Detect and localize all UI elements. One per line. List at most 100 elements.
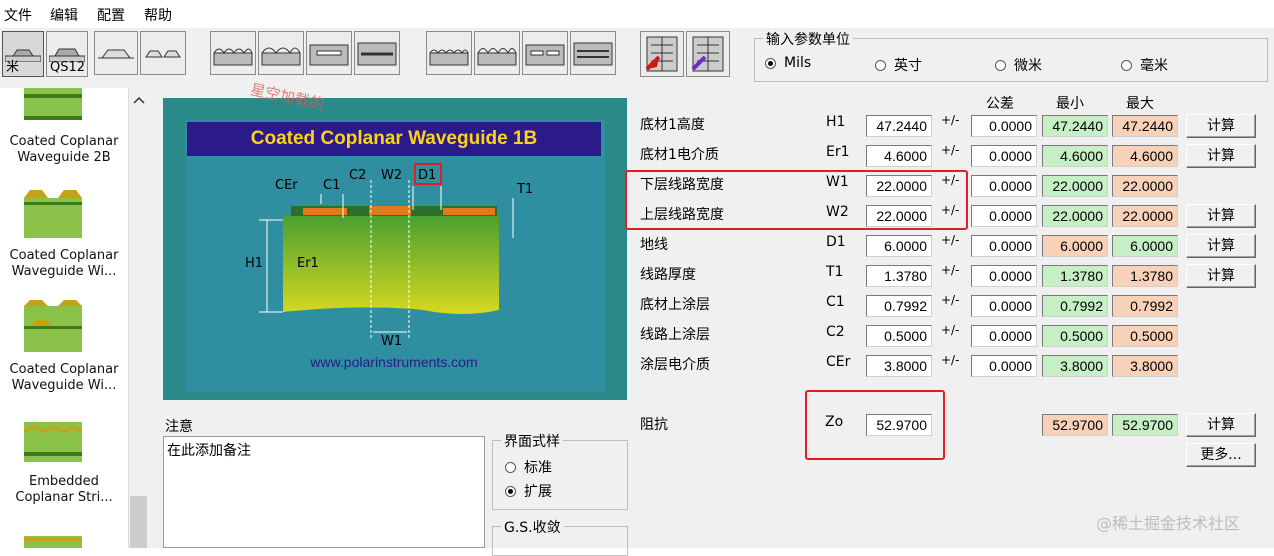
menu-file[interactable]: 文件 <box>4 5 32 25</box>
param-value-input[interactable]: 1.3780 <box>866 265 932 287</box>
param-tolerance-input[interactable]: 0.0000 <box>971 205 1037 227</box>
param-symbol: D1 <box>826 234 846 250</box>
param-label: 底材上涂层 <box>640 297 710 313</box>
param-max-value: 1.3780 <box>1112 265 1178 287</box>
column-header-max: 最大 <box>1126 96 1154 112</box>
param-symbol: C1 <box>826 294 845 310</box>
menu-config[interactable]: 配置 <box>97 5 125 25</box>
structure-button-10[interactable] <box>474 31 520 75</box>
param-label: 地线 <box>640 237 668 253</box>
param-value-input[interactable]: 47.2440 <box>866 115 932 137</box>
site-watermark: @稀土掘金技术社区 <box>1096 514 1241 533</box>
param-min-value: 0.5000 <box>1042 325 1108 347</box>
param-tolerance-input[interactable]: 0.0000 <box>971 325 1037 347</box>
column-header-tolerance: 公差 <box>986 96 1014 112</box>
notes-textarea[interactable]: 在此添加备注 <box>163 436 485 548</box>
param-label: 线路上涂层 <box>640 327 710 343</box>
units-group-title: 输入参数单位 <box>763 29 853 49</box>
diagram-label-er1: Er1 <box>297 256 319 271</box>
calculate-button[interactable]: 计算 <box>1186 264 1256 288</box>
structure-button-11[interactable] <box>522 31 568 75</box>
menu-edit[interactable]: 编辑 <box>50 5 78 25</box>
structure-item-2[interactable]: Coated Coplanar Waveguide Wi... <box>0 248 128 280</box>
structure-button-1[interactable]: 米 <box>2 31 44 77</box>
more-button[interactable]: 更多... <box>1186 443 1256 467</box>
diagram-label-t1: T1 <box>517 182 534 197</box>
param-value-input[interactable]: 6.0000 <box>866 235 932 257</box>
param-tolerance-input[interactable]: 0.0000 <box>971 175 1037 197</box>
structure-button-2[interactable]: QS12 <box>46 31 88 77</box>
diagram-label-w1: W1 <box>381 334 403 349</box>
highlight-width-rows <box>625 170 968 230</box>
param-label: 底材1电介质 <box>640 147 719 163</box>
calculate-button[interactable]: 计算 <box>1186 204 1256 228</box>
radio-icon <box>1121 59 1132 71</box>
param-value-input[interactable]: 0.7992 <box>866 295 932 317</box>
unit-radio-micron[interactable]: 微米 <box>995 55 1042 75</box>
structure-item-1[interactable]: Coated Coplanar Waveguide 2B <box>0 134 128 166</box>
structure-button-7[interactable] <box>306 31 352 75</box>
calculate-button[interactable]: 计算 <box>1186 114 1256 138</box>
param-min-value: 22.0000 <box>1042 175 1108 197</box>
diff-coplanar-icon <box>477 48 517 66</box>
calculate-impedance-button[interactable]: 计算 <box>1186 413 1256 437</box>
notes-text: 在此添加备注 <box>167 443 251 459</box>
unit-radio-mils[interactable]: Mils <box>765 55 811 71</box>
param-max-value: 6.0000 <box>1112 235 1178 257</box>
export-button[interactable] <box>686 31 730 77</box>
param-tolerance-input[interactable]: 0.0000 <box>971 265 1037 287</box>
structure-button-5[interactable] <box>210 31 256 75</box>
radio-icon <box>875 59 886 71</box>
unit-radio-mm[interactable]: 毫米 <box>1121 55 1168 75</box>
scroll-up-icon[interactable] <box>133 96 145 104</box>
radio-icon <box>995 59 1006 71</box>
unit-radio-inch-label: 英寸 <box>894 58 922 74</box>
column-header-min: 最小 <box>1056 96 1084 112</box>
structure-button-12[interactable] <box>570 31 616 75</box>
param-tolerance-input[interactable]: 0.0000 <box>971 235 1037 257</box>
param-tolerance-input[interactable]: 0.0000 <box>971 295 1037 317</box>
menu-help[interactable]: 帮助 <box>144 5 172 25</box>
radio-selected-icon <box>505 485 516 497</box>
trace-shape-icon <box>98 49 134 59</box>
structure-item-4[interactable]: Embedded Coplanar Stri... <box>0 474 128 506</box>
param-symbol: CEr <box>826 354 851 370</box>
impedance-symbol: Zo <box>825 414 844 430</box>
diff-microstrip-icon <box>429 49 469 66</box>
structure-button-8[interactable] <box>354 31 400 75</box>
import-button[interactable] <box>640 31 684 77</box>
plus-minus-label: +/- <box>941 233 960 247</box>
style-radio-extended[interactable]: 扩展 <box>505 481 552 501</box>
param-max-value: 47.2440 <box>1112 115 1178 137</box>
impedance-value[interactable]: 52.9700 <box>866 414 932 436</box>
structure-item-2-label: Coated Coplanar Waveguide Wi... <box>9 248 119 279</box>
style-radio-extended-label: 扩展 <box>524 484 552 500</box>
coated-coplanar-wi-2-icon <box>24 300 82 352</box>
scrollbar-thumb[interactable] <box>130 496 147 548</box>
structure-button-6[interactable] <box>258 31 304 75</box>
param-value-input[interactable]: 4.6000 <box>866 145 932 167</box>
diagram-label-cer: CEr <box>275 178 298 193</box>
structure-list: Coated Coplanar Waveguide 2B Coated Copl… <box>0 88 148 548</box>
calculate-button[interactable]: 计算 <box>1186 144 1256 168</box>
param-value-input[interactable]: 0.5000 <box>866 325 932 347</box>
structure-button-1-label: 米 <box>6 60 20 75</box>
toolbar: 米 QS12 输入参数单位 Mils 英寸 微米 毫米 <box>0 28 1274 88</box>
unit-radio-inch[interactable]: 英寸 <box>875 55 922 75</box>
param-tolerance-input[interactable]: 0.0000 <box>971 145 1037 167</box>
structure-button-4[interactable] <box>140 31 186 75</box>
structure-button-9[interactable] <box>426 31 472 75</box>
calculate-button[interactable]: 计算 <box>1186 234 1256 258</box>
param-value-input[interactable]: 3.8000 <box>866 355 932 377</box>
structure-item-3[interactable]: Coated Coplanar Waveguide Wi... <box>0 362 128 394</box>
structure-item-4-label: Embedded Coplanar Stri... <box>15 474 113 505</box>
structure-button-3[interactable] <box>94 31 138 75</box>
diagram-title: Coated Coplanar Waveguide 1B <box>250 128 538 149</box>
param-tolerance-input[interactable]: 0.0000 <box>971 115 1037 137</box>
sidebar-scrollbar[interactable] <box>128 88 148 548</box>
plus-minus-label: +/- <box>941 323 960 337</box>
param-label: 涂层电介质 <box>640 357 710 373</box>
menu-bar: 文件 编辑 配置 帮助 <box>0 0 1274 28</box>
style-radio-standard[interactable]: 标准 <box>505 457 552 477</box>
param-tolerance-input[interactable]: 0.0000 <box>971 355 1037 377</box>
